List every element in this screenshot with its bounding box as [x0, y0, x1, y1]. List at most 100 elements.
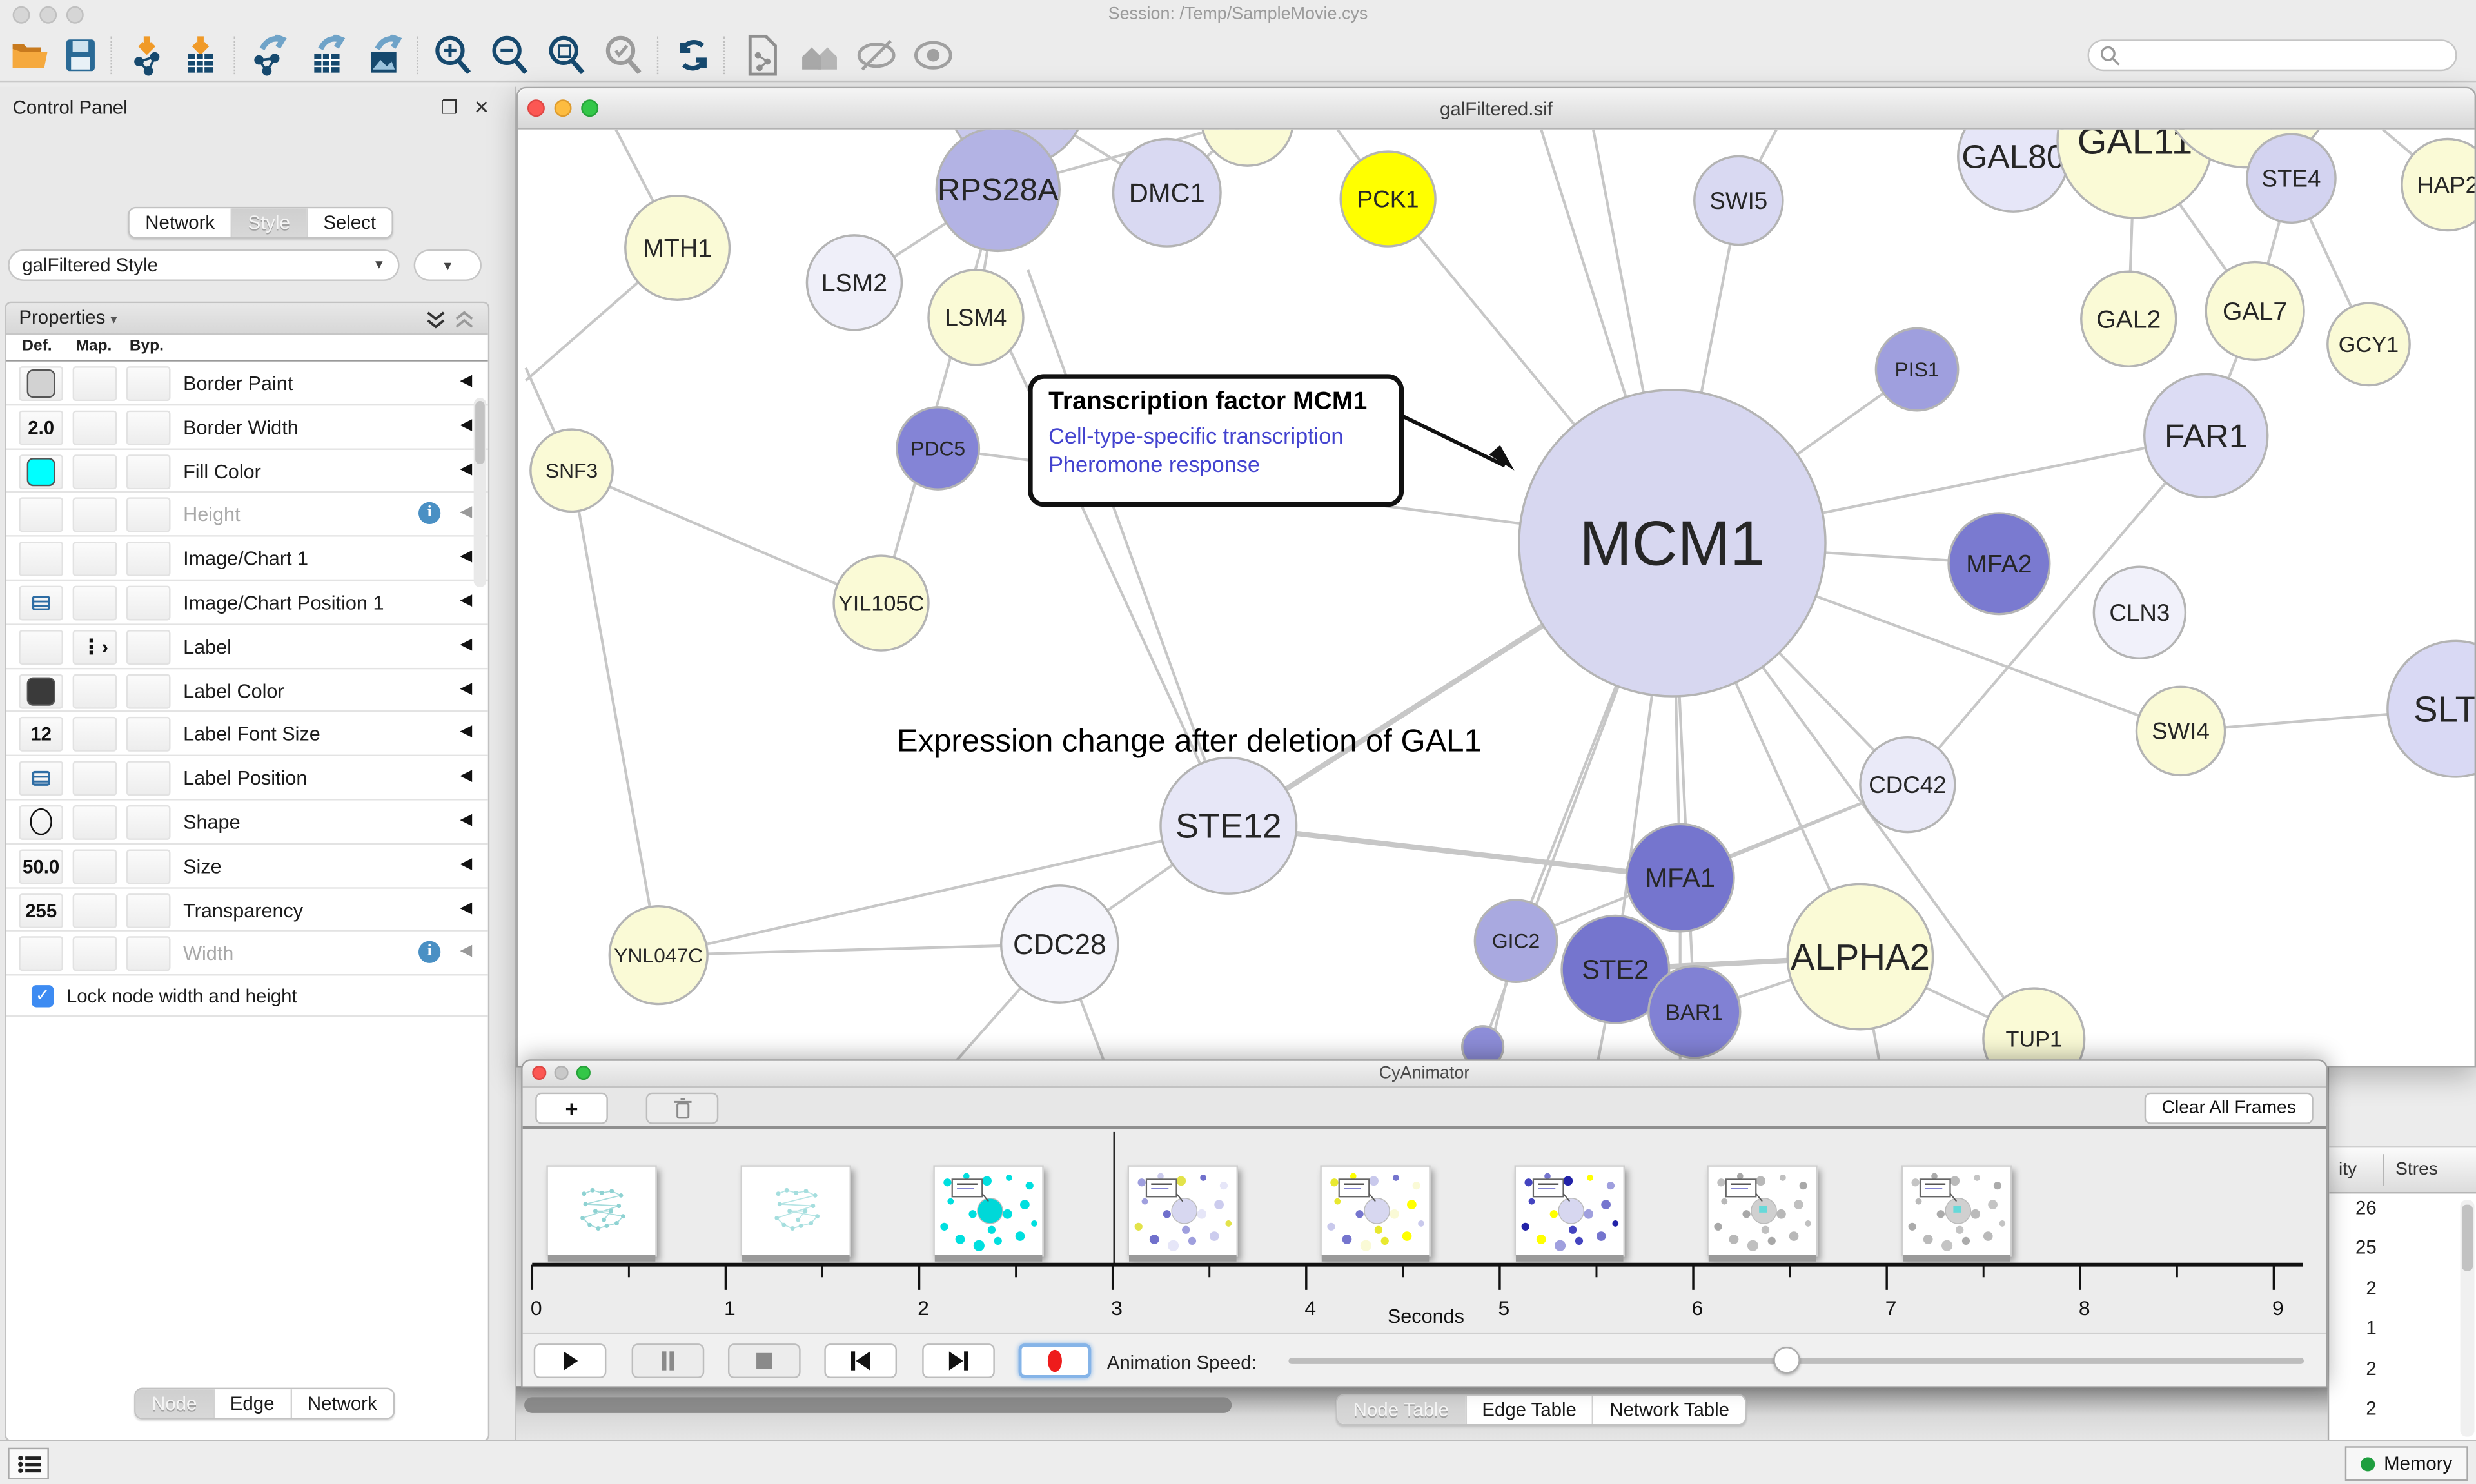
skip-start-button[interactable]: [824, 1343, 897, 1378]
table-cell[interactable]: 25: [2329, 1237, 2376, 1277]
mapping-cell[interactable]: [73, 849, 117, 884]
table-tab-network-table[interactable]: Network Table: [1594, 1396, 1745, 1424]
property-row[interactable]: Label Color◀: [6, 669, 488, 712]
open-session-icon[interactable]: [6, 33, 54, 77]
mapping-cell[interactable]: [73, 718, 117, 752]
network-node-gal7[interactable]: GAL7: [2206, 262, 2304, 360]
lock-size-checkbox[interactable]: ✓: [32, 986, 54, 1008]
style-selector[interactable]: galFiltered Style▼: [8, 249, 399, 281]
play-button[interactable]: [534, 1343, 607, 1378]
refresh-layout-icon[interactable]: [669, 33, 716, 77]
table-cell[interactable]: 26: [2329, 1196, 2376, 1236]
network-node-yil105c[interactable]: YIL105C: [834, 556, 928, 650]
network-node-tup1[interactable]: TUP1: [1983, 988, 2085, 1067]
mapping-cell[interactable]: [73, 410, 117, 445]
network-node-gcy1[interactable]: GCY1: [2328, 303, 2410, 385]
column-header-ity[interactable]: ity: [2339, 1160, 2357, 1179]
network-node-gal80[interactable]: GAL80: [1958, 130, 2068, 211]
expand-row-icon[interactable]: ◀: [460, 460, 472, 478]
slider-thumb[interactable]: [1773, 1347, 1800, 1374]
network-node-gal2[interactable]: GAL2: [2081, 271, 2176, 366]
mapping-cell[interactable]: [73, 937, 117, 971]
network-node-mcm1[interactable]: MCM1: [1519, 390, 1825, 696]
mapping-cell[interactable]: [73, 366, 117, 401]
search-input[interactable]: [2088, 39, 2457, 71]
bypass-cell[interactable]: [126, 893, 171, 928]
bypass-cell[interactable]: [126, 454, 171, 489]
property-row[interactable]: Image/Chart 1◀: [6, 537, 488, 581]
zoom-in-icon[interactable]: [429, 33, 477, 77]
zoom-selected-icon[interactable]: [600, 33, 647, 77]
timeline-frame-0[interactable]: [546, 1165, 656, 1256]
show-panel-list-button[interactable]: [8, 1448, 49, 1479]
import-table-icon[interactable]: [177, 33, 224, 77]
default-value-cell[interactable]: 50.0: [19, 849, 63, 884]
pause-button[interactable]: [632, 1343, 705, 1378]
network-node-mfa1[interactable]: MFA1: [1626, 824, 1734, 932]
default-value-cell[interactable]: [19, 630, 63, 665]
expand-row-icon[interactable]: ◀: [460, 548, 472, 565]
mapping-cell[interactable]: [73, 586, 117, 621]
network-node-gic2[interactable]: GIC2: [1475, 900, 1557, 982]
network-node-snf3[interactable]: SNF3: [531, 429, 613, 511]
expand-row-icon[interactable]: ◀: [460, 724, 472, 741]
close-panel-icon[interactable]: ✕: [474, 96, 490, 118]
tab-select[interactable]: Select: [308, 208, 392, 237]
expand-row-icon[interactable]: ◀: [460, 592, 472, 609]
network-node-rps28a[interactable]: RPS28A: [936, 130, 1059, 251]
export-network-icon[interactable]: [245, 33, 292, 77]
style-options-button[interactable]: ▼: [414, 249, 482, 281]
bypass-cell[interactable]: [126, 674, 171, 708]
bypass-cell[interactable]: [126, 805, 171, 840]
table-scrollbar[interactable]: [2461, 1200, 2475, 1436]
table-cell[interactable]: 1: [2329, 1317, 2376, 1357]
annotation-link-2[interactable]: Pheromone response: [1048, 450, 1383, 478]
network-node-lsm2[interactable]: LSM2: [807, 235, 901, 330]
network-node-dmc1[interactable]: DMC1: [1114, 139, 1221, 247]
network-node-alpha2[interactable]: ALPHA2: [1787, 884, 1932, 1029]
property-row[interactable]: Fill Color◀: [6, 449, 488, 493]
expand-row-icon[interactable]: ◀: [460, 679, 472, 697]
mapping-cell[interactable]: ⋮›: [73, 630, 117, 665]
timeline-frame-7[interactable]: [1901, 1165, 2011, 1256]
timeline-frame-4[interactable]: [1321, 1165, 1431, 1256]
expand-row-icon[interactable]: ◀: [460, 768, 472, 785]
save-session-icon[interactable]: [57, 33, 104, 77]
default-value-cell[interactable]: [19, 805, 63, 840]
network-node-far1[interactable]: FAR1: [2145, 374, 2268, 497]
property-row[interactable]: Border Paint◀: [6, 362, 488, 405]
mapping-cell[interactable]: [73, 893, 117, 928]
default-value-cell[interactable]: [19, 454, 63, 489]
network-node-bar1[interactable]: BAR1: [1649, 966, 1740, 1058]
show-all-icon[interactable]: [910, 33, 957, 77]
property-row[interactable]: 50.0Size◀: [6, 845, 488, 888]
zoom-fit-icon[interactable]: [543, 33, 590, 77]
clear-all-frames-button[interactable]: Clear All Frames: [2145, 1093, 2314, 1124]
default-value-cell[interactable]: 2.0: [19, 410, 63, 445]
default-value-cell[interactable]: [19, 586, 63, 621]
expand-row-icon[interactable]: ◀: [460, 416, 472, 434]
default-value-cell[interactable]: 255: [19, 893, 63, 928]
mapping-cell[interactable]: [73, 542, 117, 576]
default-value-cell[interactable]: [19, 366, 63, 401]
timeline-frame-2[interactable]: [934, 1165, 1044, 1256]
network-node-swi4[interactable]: SWI4: [2136, 687, 2225, 775]
network-node-cln3[interactable]: CLN3: [2094, 567, 2185, 658]
network-node-cdc42[interactable]: CDC42: [1860, 737, 1955, 832]
network-node-dcp1[interactable]: DCP1: [1202, 130, 1293, 166]
property-row[interactable]: Heighti◀: [6, 493, 488, 537]
animation-speed-slider[interactable]: [1288, 1358, 2304, 1364]
expand-row-icon[interactable]: ◀: [460, 504, 472, 522]
collapse-all-icon[interactable]: [453, 309, 475, 331]
bypass-cell[interactable]: [126, 761, 171, 796]
network-node-ynl047c[interactable]: YNL047C: [609, 906, 707, 1004]
table-horizontal-scrollbar[interactable]: [524, 1397, 1232, 1412]
record-button[interactable]: [1019, 1343, 1092, 1378]
mapping-cell[interactable]: [73, 498, 117, 532]
property-row[interactable]: ⋮›Label◀: [6, 625, 488, 669]
import-network-icon[interactable]: [123, 33, 170, 77]
default-value-cell[interactable]: [19, 937, 63, 971]
default-value-cell[interactable]: [19, 542, 63, 576]
mapping-cell[interactable]: [73, 674, 117, 708]
property-row[interactable]: 12Label Font Size◀: [6, 712, 488, 756]
